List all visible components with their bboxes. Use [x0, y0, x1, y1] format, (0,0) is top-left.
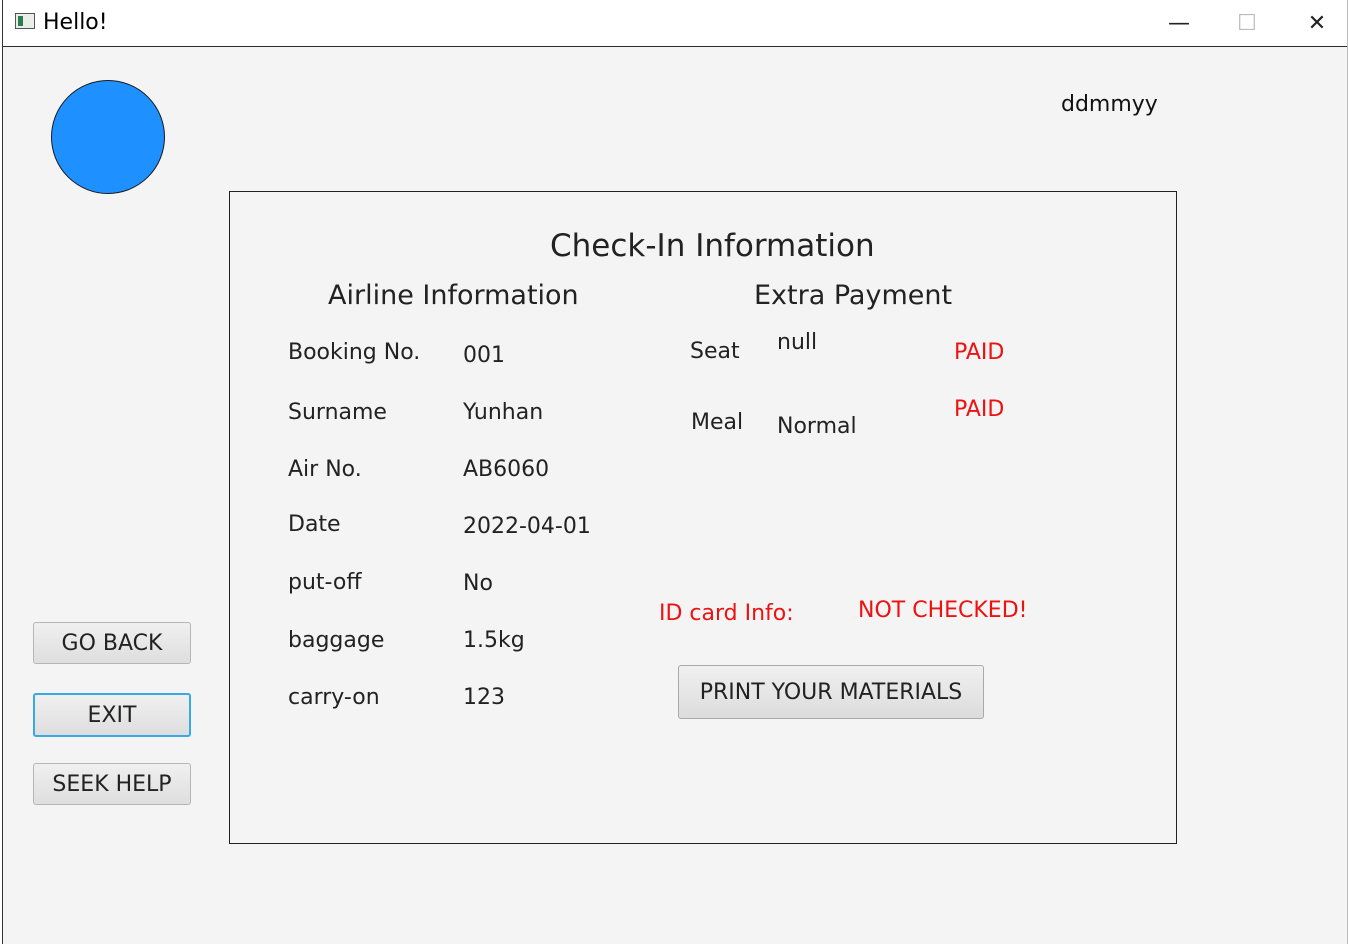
seat-label: Seat — [690, 339, 740, 364]
seat-value: null — [777, 330, 818, 355]
panel-title: Check-In Information — [550, 228, 875, 264]
carry-on-value: 123 — [463, 685, 505, 710]
air-no-label: Air No. — [288, 457, 362, 482]
exit-button[interactable]: EXIT — [33, 693, 191, 737]
baggage-value: 1.5kg — [463, 628, 525, 653]
meal-value: Normal — [777, 414, 857, 439]
id-card-status: NOT CHECKED! — [858, 598, 1028, 623]
title-bar: Hello! — ☐ ✕ — [3, 0, 1347, 47]
air-no-value: AB6060 — [463, 457, 550, 482]
maximize-button[interactable]: ☐ — [1215, 0, 1279, 46]
carry-on-label: carry-on — [288, 685, 380, 710]
close-button[interactable]: ✕ — [1285, 0, 1348, 46]
go-back-button[interactable]: GO BACK — [33, 622, 191, 664]
app-window: Hello! — ☐ ✕ ddmmyy GO BACK EXIT SEEK HE… — [2, 0, 1348, 944]
meal-paid-status: PAID — [954, 397, 1005, 422]
seat-paid-status: PAID — [954, 340, 1005, 365]
put-off-value: No — [463, 571, 493, 596]
id-card-label: ID card Info: — [659, 601, 794, 626]
surname-label: Surname — [288, 400, 387, 425]
extra-payment-heading: Extra Payment — [754, 280, 953, 311]
put-off-label: put-off — [288, 570, 362, 595]
print-materials-button[interactable]: PRINT YOUR MATERIALS — [678, 665, 984, 719]
booking-no-value: 001 — [463, 343, 505, 368]
minimize-button[interactable]: — — [1147, 0, 1211, 46]
baggage-label: baggage — [288, 628, 385, 653]
app-icon — [15, 13, 35, 29]
surname-value: Yunhan — [463, 400, 544, 425]
meal-label: Meal — [691, 410, 744, 435]
date-format-label: ddmmyy — [1061, 92, 1158, 117]
seek-help-button[interactable]: SEEK HELP — [33, 763, 191, 805]
booking-no-label: Booking No. — [288, 340, 421, 365]
window-title: Hello! — [43, 10, 108, 35]
date-label: Date — [288, 512, 341, 537]
checkin-panel: Check-In Information Airline Information… — [229, 191, 1177, 844]
date-value: 2022-04-01 — [463, 514, 591, 539]
airline-info-heading: Airline Information — [328, 280, 579, 311]
avatar — [51, 80, 165, 194]
